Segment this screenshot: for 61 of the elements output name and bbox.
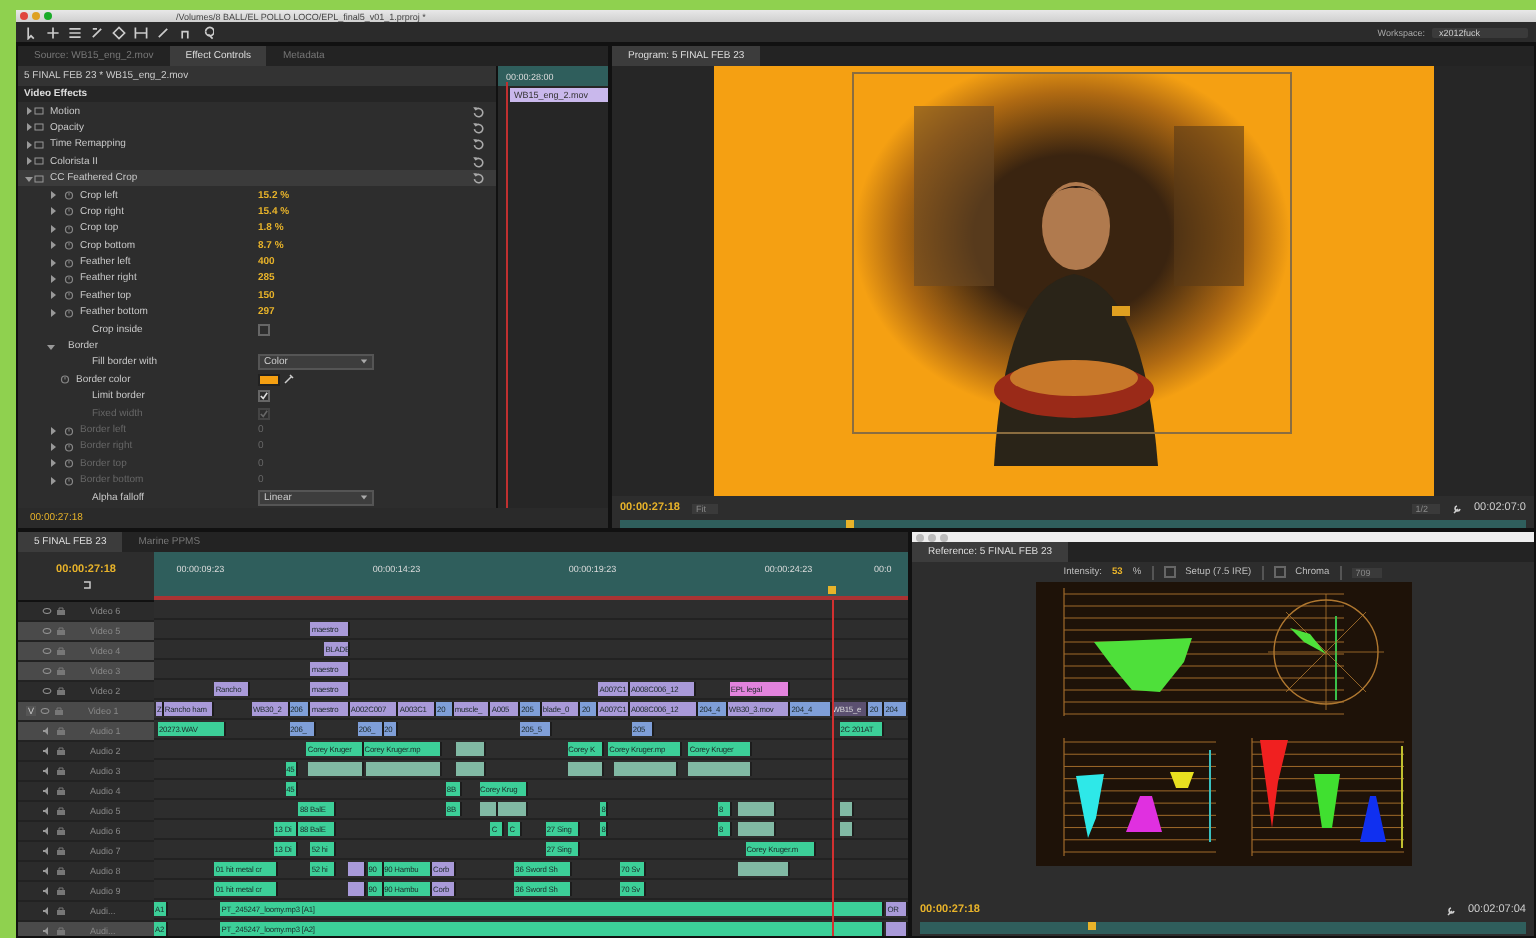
tool-icon[interactable] bbox=[24, 25, 38, 39]
audio-clip[interactable] bbox=[308, 762, 364, 776]
lock-icon[interactable] bbox=[56, 866, 66, 876]
lock-icon[interactable] bbox=[56, 766, 66, 776]
stopwatch-icon bbox=[64, 290, 74, 301]
stopwatch-icon bbox=[64, 240, 74, 251]
wrench-icon[interactable] bbox=[1445, 905, 1456, 915]
tool-icon[interactable] bbox=[112, 25, 126, 39]
stopwatch-icon bbox=[64, 223, 74, 234]
stopwatch-icon bbox=[64, 206, 74, 217]
lock-icon[interactable] bbox=[56, 846, 66, 856]
tool-icon[interactable] bbox=[200, 25, 214, 39]
audio-clip[interactable] bbox=[737, 822, 777, 836]
tool-icon[interactable] bbox=[134, 25, 148, 39]
stopwatch-icon bbox=[64, 190, 74, 201]
stopwatch-icon bbox=[64, 458, 74, 469]
stopwatch-icon bbox=[64, 273, 74, 284]
lock-icon[interactable] bbox=[56, 746, 66, 756]
checkbox[interactable] bbox=[1163, 566, 1176, 578]
lock-icon[interactable] bbox=[56, 826, 66, 836]
audio-clip[interactable] bbox=[455, 762, 487, 776]
lock-icon[interactable] bbox=[56, 606, 66, 616]
disclosure-triangle-icon[interactable] bbox=[24, 106, 34, 117]
color-swatch[interactable] bbox=[258, 373, 280, 386]
lock-icon[interactable] bbox=[56, 906, 66, 916]
audio-clip[interactable] bbox=[455, 742, 487, 756]
tool-icon[interactable] bbox=[68, 25, 82, 39]
stopwatch-icon bbox=[64, 441, 74, 452]
crop-frame[interactable] bbox=[851, 72, 1291, 434]
disclosure-triangle-icon[interactable] bbox=[46, 341, 56, 352]
stopwatch-icon bbox=[64, 425, 74, 435]
audio-clip[interactable] bbox=[498, 802, 529, 816]
audio-clip[interactable] bbox=[886, 922, 908, 936]
audio-clip[interactable] bbox=[737, 862, 791, 876]
audio-clip[interactable] bbox=[614, 762, 679, 776]
close-button[interactable] bbox=[20, 12, 28, 20]
wrench-icon[interactable] bbox=[1452, 503, 1462, 513]
audio-clip[interactable] bbox=[365, 762, 442, 776]
tool-icon[interactable] bbox=[90, 25, 104, 39]
eyedropper-icon[interactable] bbox=[284, 374, 294, 385]
disclosure-triangle-icon[interactable] bbox=[24, 156, 34, 167]
checkbox[interactable] bbox=[258, 390, 270, 403]
stopwatch-icon bbox=[64, 307, 74, 318]
audio-clip[interactable] bbox=[688, 762, 752, 776]
audio-clip[interactable] bbox=[479, 802, 499, 816]
disclosure-triangle-icon[interactable] bbox=[24, 139, 34, 150]
audio-clip[interactable] bbox=[737, 802, 777, 816]
disclosure-triangle-icon[interactable] bbox=[24, 122, 34, 133]
disclosure-triangle-icon[interactable] bbox=[24, 173, 34, 184]
checkbox[interactable] bbox=[258, 323, 270, 336]
checkbox[interactable] bbox=[1273, 566, 1286, 578]
tool-icon[interactable] bbox=[46, 25, 60, 39]
stopwatch-icon bbox=[64, 257, 74, 268]
lock-icon[interactable] bbox=[56, 686, 66, 696]
lock-icon[interactable] bbox=[56, 886, 66, 896]
audio-clip[interactable] bbox=[567, 762, 605, 776]
snap-icon bbox=[81, 579, 91, 589]
lock-icon[interactable] bbox=[56, 806, 66, 816]
lock-icon[interactable] bbox=[56, 786, 66, 796]
stopwatch-icon bbox=[60, 374, 70, 385]
stopwatch-icon bbox=[64, 475, 74, 486]
